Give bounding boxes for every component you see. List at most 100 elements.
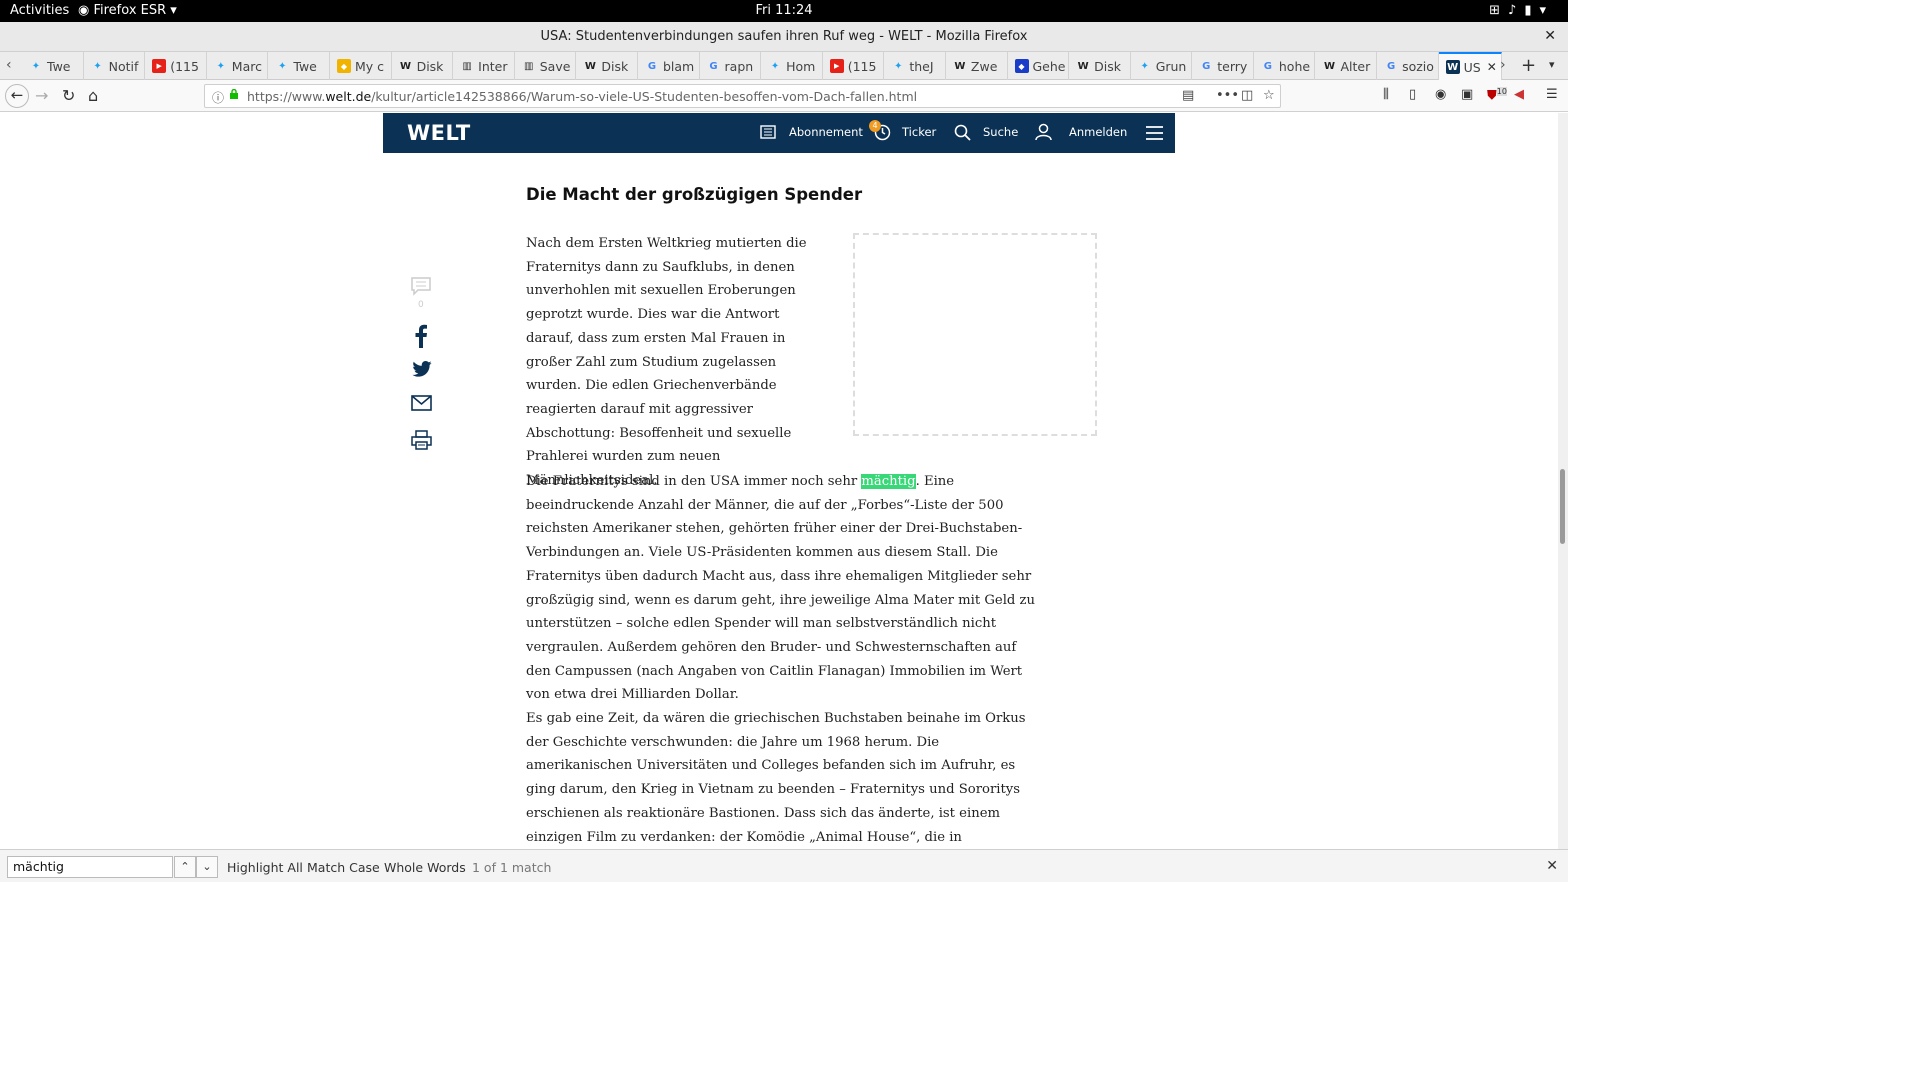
tab[interactable]: W Disk	[576, 52, 638, 80]
welt-logo[interactable]: WELT	[407, 121, 471, 145]
tab-label: Marc	[231, 58, 262, 74]
tab[interactable]: ✦ theJ	[884, 52, 946, 80]
article-paragraph: Es gab eine Zeit, da wären die griechisc…	[526, 711, 1026, 845]
tab[interactable]: ▶ (115	[145, 52, 207, 80]
twitter-icon[interactable]	[412, 361, 432, 377]
tab[interactable]: ✦ Twe	[22, 52, 84, 80]
archive-icon: ▥	[524, 60, 534, 72]
tab-label: theJ	[909, 58, 934, 74]
tab[interactable]: W Zwe	[946, 52, 1008, 80]
forward-button[interactable]: →	[35, 86, 48, 105]
account-icon[interactable]: ◉	[1435, 87, 1446, 102]
find-input[interactable]: mächtig	[7, 856, 173, 878]
tab-label: US	[1463, 59, 1481, 75]
tab-label: Notif	[108, 58, 139, 74]
tab[interactable]: ✦ Twe	[268, 52, 330, 80]
abonnement-link[interactable]: Abonnement	[789, 125, 863, 139]
search-icon	[954, 124, 971, 141]
paragraph-text: Die Fraternitys sind in den USA immer no…	[526, 474, 862, 489]
app-menu[interactable]: ◉ Firefox ESR ▾	[78, 3, 177, 18]
comments-icon[interactable]	[410, 276, 432, 296]
system-menu-icon: ▾	[1539, 3, 1554, 18]
pocket-icon[interactable]: ◫	[1241, 88, 1253, 103]
print-icon[interactable]	[411, 430, 432, 450]
library-icon[interactable]: ⫼	[1383, 87, 1389, 102]
tab-label: (115	[170, 58, 199, 74]
tab-label: Zwe	[970, 58, 998, 74]
screenshot-icon[interactable]: ▣	[1461, 87, 1473, 102]
tab[interactable]: ◆ Gehe	[1008, 52, 1070, 80]
bookmark-star-icon[interactable]: ☆	[1263, 88, 1275, 103]
sidebar-icon[interactable]: ▯	[1409, 87, 1416, 102]
match-case-toggle[interactable]: Match Case	[307, 860, 380, 875]
tab[interactable]: ◆ My c	[330, 52, 392, 80]
ublock-icon[interactable]: ⛊10	[1487, 87, 1507, 103]
all-tabs-button[interactable]: ▾	[1549, 58, 1555, 71]
tab-label: Disk	[416, 58, 444, 74]
tab-label: terry	[1217, 58, 1248, 74]
tab[interactable]: ✦ Notif	[84, 52, 146, 80]
system-tray[interactable]: ⊞♪▮▾	[1489, 3, 1554, 18]
window-close-button[interactable]: ✕	[1544, 28, 1556, 44]
suche-link[interactable]: Suche	[983, 125, 1018, 139]
ticker-link[interactable]: Ticker	[902, 125, 936, 139]
google-icon: G	[1202, 60, 1211, 72]
anmelden-link[interactable]: Anmelden	[1069, 125, 1127, 139]
tab-close-button[interactable]: ✕	[1487, 60, 1497, 74]
tab[interactable]: ✦ Marc	[207, 52, 269, 80]
tab[interactable]: Gterry	[1192, 52, 1254, 80]
tab[interactable]: ✦ Hom	[761, 52, 823, 80]
extension-icon[interactable]: ◀	[1514, 87, 1524, 102]
highlight-all-toggle[interactable]: Highlight All	[227, 860, 303, 875]
tab[interactable]: ▶ (115	[823, 52, 885, 80]
tab-label: Alter	[1340, 58, 1371, 74]
url-text[interactable]: https://www.welt.de/kultur/article142538…	[247, 89, 917, 104]
tab[interactable]: ▥ Inter	[453, 52, 515, 80]
tab[interactable]: ▥ Save	[515, 52, 577, 80]
scrollbar-thumb[interactable]	[1560, 469, 1565, 544]
tab[interactable]: ✦ Grun	[1131, 52, 1193, 80]
page-scrollbar[interactable]	[1558, 113, 1568, 849]
find-close-button[interactable]: ✕	[1546, 858, 1558, 874]
tab[interactable]: Gsozio	[1377, 52, 1439, 80]
find-previous-button[interactable]: ⌃	[174, 856, 196, 878]
find-bar: mächtig ⌃ ⌄ Highlight All Match Case Who…	[0, 849, 1568, 882]
url-bar[interactable]: ⓘ https://www.welt.de/kultur/article1425…	[204, 84, 1281, 108]
reload-button[interactable]: ↻	[62, 86, 75, 105]
comment-count: 0	[418, 300, 424, 310]
tab[interactable]: Grapn	[700, 52, 762, 80]
google-icon: G	[647, 60, 657, 72]
tab[interactable]: Gblam	[638, 52, 700, 80]
menu-icon[interactable]	[1146, 126, 1163, 140]
tab-scroll-right-button[interactable]: ›	[1500, 57, 1506, 73]
tab[interactable]: W Disk	[1069, 52, 1131, 80]
new-tab-button[interactable]: +	[1521, 55, 1536, 76]
archive-icon: ▥	[462, 60, 472, 72]
generic-icon: ◆	[336, 59, 351, 73]
tab-label: Twe	[47, 58, 71, 74]
reader-view-icon[interactable]: ▤	[1182, 88, 1194, 103]
home-icon[interactable]: ⌂	[88, 86, 98, 105]
back-button[interactable]: ←	[5, 84, 29, 108]
facebook-icon[interactable]	[414, 324, 428, 348]
activities-button[interactable]: Activities	[10, 3, 69, 18]
generic-icon: ◆	[1014, 59, 1029, 73]
welt-icon: W	[1445, 60, 1460, 74]
twitter-icon: ✦	[93, 60, 102, 72]
email-icon[interactable]	[411, 395, 432, 411]
tab[interactable]: Ghohe	[1254, 52, 1316, 80]
site-info-icon[interactable]: ⓘ	[212, 89, 224, 106]
tab-scroll-left-button[interactable]: ‹	[6, 57, 12, 73]
ticker-badge: 4	[869, 120, 881, 132]
clock[interactable]: Fri 11:24	[0, 3, 1568, 18]
newspaper-icon	[760, 125, 776, 139]
tab[interactable]: W Disk	[392, 52, 454, 80]
hamburger-menu-icon[interactable]: ☰	[1546, 87, 1558, 102]
page-actions-icon[interactable]: •••	[1216, 88, 1239, 103]
twitter-icon: ✦	[894, 60, 903, 72]
tab[interactable]: W US ✕	[1438, 52, 1502, 80]
google-icon: G	[1386, 60, 1396, 72]
find-next-button[interactable]: ⌄	[196, 856, 218, 878]
tab[interactable]: W Alter	[1315, 52, 1378, 80]
whole-words-toggle[interactable]: Whole Words	[384, 860, 466, 875]
